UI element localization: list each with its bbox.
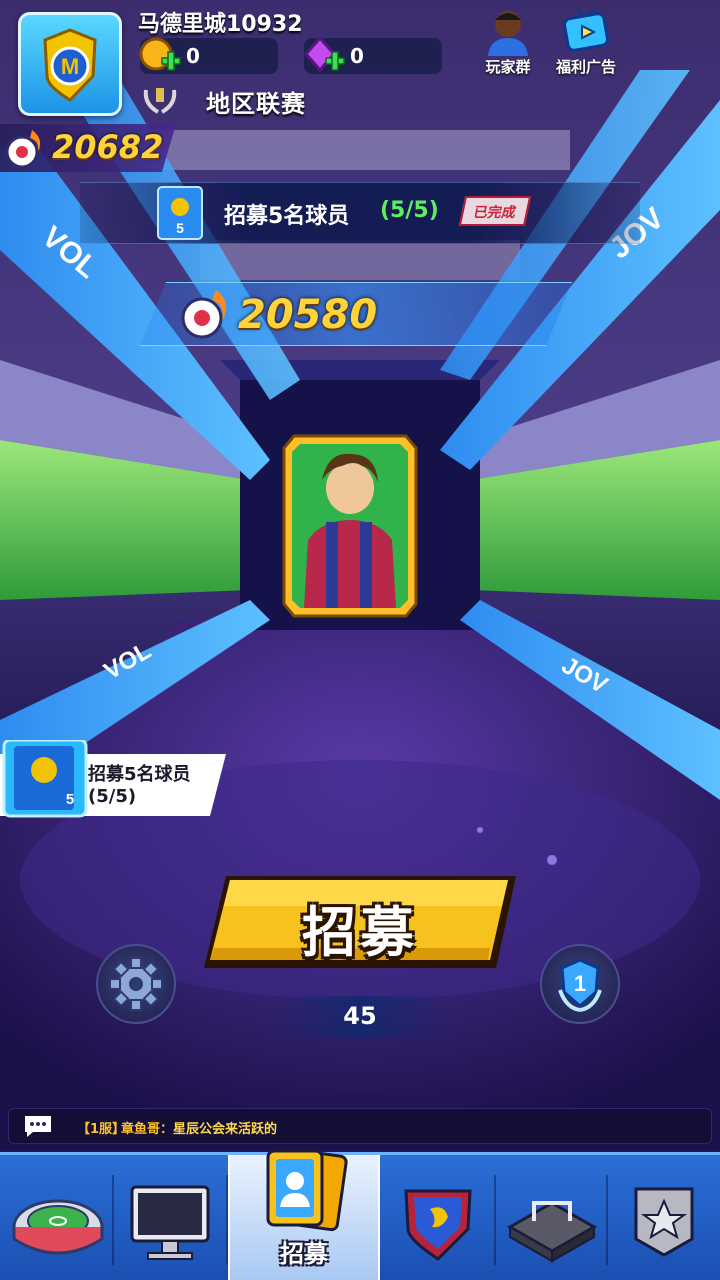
recruit-button-label: 招募 (302, 901, 418, 964)
task-card-count: 5 (176, 220, 184, 236)
welfare-ads-button[interactable]: 福利广告 (548, 6, 624, 76)
svg-text:M: M (61, 54, 79, 79)
nav-computer[interactable] (114, 1163, 226, 1279)
side-task-card-count: 5 (66, 791, 74, 808)
task-completed-badge: 已完成 (458, 196, 532, 226)
nav-active-label: 招募 (280, 1240, 328, 1268)
gem-currency[interactable]: 0 (304, 36, 442, 74)
gold-currency[interactable]: 0 (139, 37, 278, 74)
recruit-cost-value: 45 (343, 1002, 377, 1030)
task-banner: 5 (80, 182, 640, 244)
league-name: 地区联赛 (206, 90, 306, 118)
monitor-icon (130, 1185, 210, 1260)
task-text: 招募5名球员 (224, 204, 350, 229)
recruit-level-button[interactable]: 1 (540, 944, 620, 1024)
gear-icon (109, 957, 163, 1011)
players-group-label: 玩家群 (485, 58, 531, 76)
nav-stadium[interactable] (2, 1163, 114, 1279)
players-group-button[interactable]: 玩家群 (470, 6, 546, 76)
recruit-level-value: 1 (574, 971, 586, 996)
nav-pitch[interactable] (496, 1163, 608, 1279)
task-progress: (5/5) (380, 198, 439, 223)
stadium-icon (12, 1199, 104, 1255)
welfare-ads-label: 福利广告 (555, 58, 616, 76)
club-crest-icon: M (43, 28, 97, 102)
league-badge[interactable] (140, 84, 180, 116)
club-name: 马德里城10932 (138, 12, 303, 37)
club-shield-icon (404, 1189, 472, 1261)
flaming-ball-icon (181, 290, 227, 339)
gem-value: 0 (350, 44, 364, 68)
gold-coin-icon (139, 37, 181, 71)
flaming-ball-icon (5, 130, 41, 169)
top-bar: M 马德里城10932 0 0 地区联赛 玩家群 福利广告 (0, 0, 720, 118)
recruit-card-icon: 5 (157, 186, 203, 240)
recruit-cards-icon (266, 1148, 348, 1232)
chat-bar[interactable]: 【1服】 章鱼哥： 星辰公会来活跃的 (8, 1108, 712, 1144)
tv-play-icon (562, 8, 610, 52)
level-shield-icon: 1 (558, 958, 602, 1012)
gold-value: 0 (186, 44, 200, 68)
side-task-text: 招募5名球员 (5/5) (88, 764, 191, 808)
laurel-trophy-icon (143, 88, 177, 114)
recruit-power-value: 20580 (238, 292, 378, 338)
purple-gem-icon (304, 36, 345, 73)
team-power-value: 20682 (52, 128, 164, 166)
nav-club[interactable] (382, 1163, 494, 1279)
goal-pitch-icon (506, 1201, 598, 1263)
player-card[interactable] (282, 430, 418, 622)
nav-rank[interactable] (608, 1163, 720, 1279)
chat-user: 章鱼哥： (121, 1122, 174, 1137)
player-avatar-icon (488, 11, 528, 56)
chat-message: 星辰公会来活跃的 (173, 1122, 278, 1137)
side-task-line1: 招募5名球员 (88, 764, 191, 785)
rank-star-badge-icon (634, 1187, 694, 1257)
settings-button[interactable] (96, 944, 176, 1024)
side-task-line2: (5/5) (88, 786, 137, 807)
chat-server: 【1服】 (77, 1122, 126, 1137)
chat-bubble-icon (25, 1116, 51, 1137)
club-avatar[interactable]: M (18, 12, 122, 116)
